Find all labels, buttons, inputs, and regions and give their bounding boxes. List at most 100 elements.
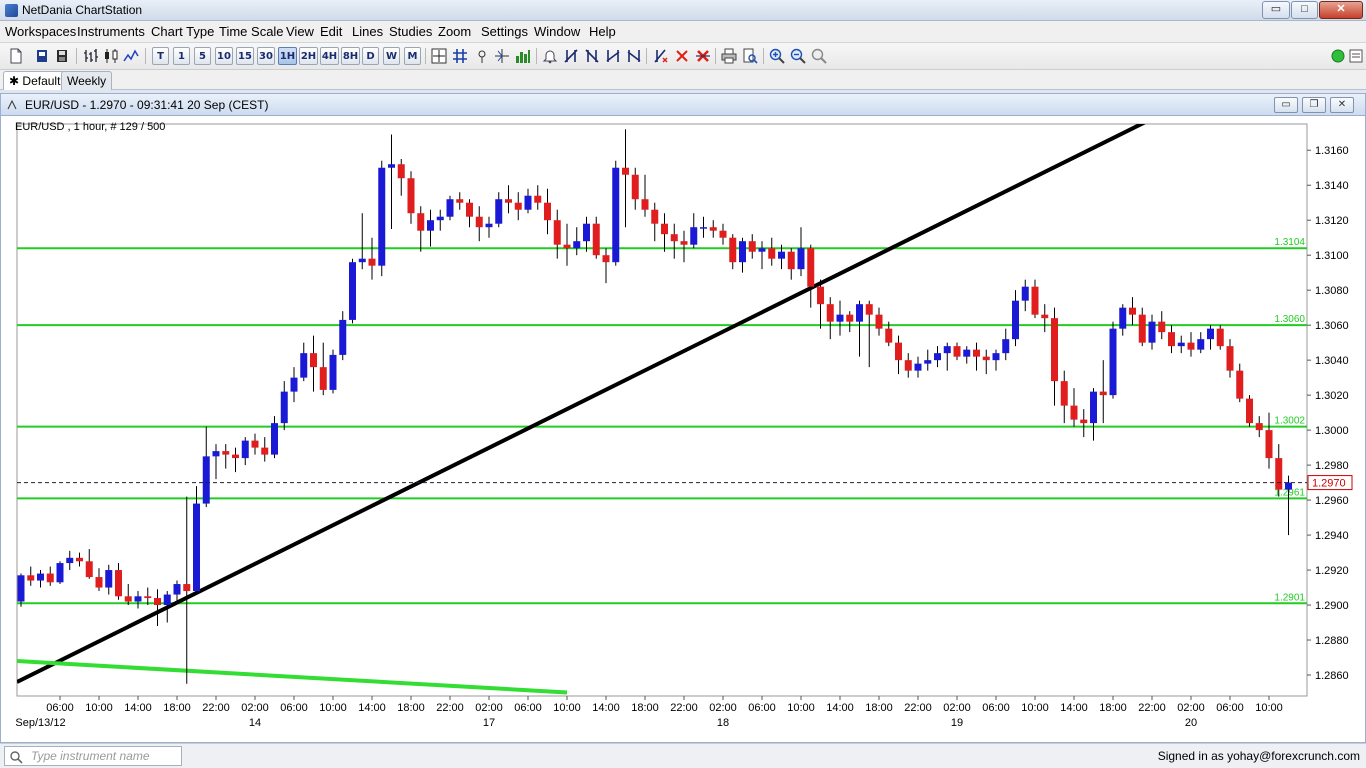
y-axis-tick-label: 1.3120 [1315,215,1349,227]
candle-body [446,199,454,217]
menu-time-scale[interactable]: Time Scale [219,24,284,39]
instrument-search-input[interactable] [4,746,182,766]
y-axis-tick-label: 1.2960 [1315,495,1349,507]
menu-settings[interactable]: Settings [481,24,528,39]
cursor-icon[interactable] [473,47,491,65]
timeframe-4h-button[interactable]: 4H [320,47,339,65]
price-chart[interactable]: EUR/USD , 1 hour, # 129 / 500 1.2860 1.288… [1,116,1365,742]
x-axis-tick-label: 06:00 [514,702,542,714]
menu-instruments[interactable]: Instruments [77,24,145,39]
timeframe-5m-button[interactable]: 5 [194,47,211,65]
candle-body [982,356,990,361]
candle-body [1285,482,1292,490]
candle-body [66,557,74,564]
window-minimize-button[interactable]: ▭ [1262,1,1290,19]
delete-all-icon[interactable] [694,47,712,65]
candle-body [836,314,844,322]
chart-close-button[interactable]: ✕ [1330,97,1354,113]
tab-weekly[interactable]: Weekly [61,71,113,90]
trendline-tool-2-icon[interactable] [583,47,601,65]
timeframe-1m-button[interactable]: 1 [173,47,190,65]
zoom-out-icon[interactable] [789,47,807,65]
menu-zoom[interactable]: Zoom [438,24,471,39]
trendline-tool-4-icon[interactable] [625,47,643,65]
menu-studies[interactable]: Studies [389,24,432,39]
candle-body [1090,391,1097,424]
search-icon [10,751,23,764]
timeframe-10m-button[interactable]: 10 [215,47,233,65]
candle-body [670,234,678,242]
timeframe-30m-button[interactable]: 30 [257,47,275,65]
candle-body [914,363,922,371]
candle-body [1021,286,1029,301]
tab-default-label: Default [22,74,61,88]
x-axis-tick-label: 18:00 [397,702,425,714]
candlestick-icon[interactable] [102,47,120,65]
level-label: 1.3060 [1274,314,1305,325]
chart-restore-button[interactable]: ❐ [1302,97,1326,113]
candle-body [1168,332,1175,347]
menu-help[interactable]: Help [589,24,616,39]
candle-body [553,220,561,245]
candle-body [456,199,464,203]
timeframe-tick-button[interactable]: T [152,47,169,65]
candle-body [173,584,181,595]
x-axis-tick-label: 22:00 [202,702,230,714]
menu-view[interactable]: View [286,24,314,39]
new-chart-icon[interactable] [7,47,25,65]
candle-body [1109,328,1117,396]
menu-lines[interactable]: Lines [352,24,383,39]
trendline-tool-3-icon[interactable] [604,47,622,65]
workspace-tabs: ✱ Default Weekly [0,70,1366,90]
candle-body [612,167,620,263]
timeframe-8h-button[interactable]: 8H [341,47,360,65]
timeframe-15m-button[interactable]: 15 [236,47,254,65]
zoom-reset-icon[interactable] [810,47,828,65]
app-icon [5,4,18,17]
menu-chart-type[interactable]: Chart Type [151,24,214,39]
timeframe-daily-button[interactable]: D [362,47,379,65]
candle-body [524,195,532,210]
chart-minimize-button[interactable]: ▭ [1274,97,1298,113]
x-axis-tick-label: 02:00 [943,702,971,714]
timeframe-monthly-button[interactable]: M [404,47,421,65]
x-axis-tick-label: 10:00 [85,702,113,714]
print-icon[interactable] [720,47,738,65]
toolbar: T 1 5 10 15 30 1H 2H 4H 8H D W M [0,43,1366,70]
zoom-in-icon[interactable] [768,47,786,65]
crosshair-tool-icon[interactable] [493,47,511,65]
candle-body [963,349,971,357]
candle-body [193,503,200,592]
candle-body [222,451,230,455]
tab-default[interactable]: ✱ Default [3,71,67,90]
window-close-button[interactable]: ✕ [1319,1,1363,19]
print-preview-icon[interactable] [741,47,759,65]
candle-body [349,262,356,320]
crosshair-icon[interactable] [430,47,448,65]
save-icon[interactable] [53,47,71,65]
candle-body [56,563,64,583]
timeframe-1h-button[interactable]: 1H [278,47,297,65]
volume-icon[interactable] [514,47,532,65]
toolbar-options-icon[interactable] [1347,47,1365,65]
edit-line-icon[interactable] [652,47,670,65]
menu-edit[interactable]: Edit [320,24,342,39]
y-axis-tick-label: 1.2900 [1315,600,1349,612]
x-axis-tick-label: 06:00 [982,702,1010,714]
timeframe-2h-button[interactable]: 2H [299,47,318,65]
menu-window[interactable]: Window [534,24,580,39]
grid-icon[interactable] [451,47,469,65]
timeframe-weekly-button[interactable]: W [383,47,400,65]
menu-workspaces[interactable]: Workspaces [5,24,76,39]
window-maximize-button[interactable]: □ [1291,1,1318,19]
bar-chart-icon[interactable] [82,47,100,65]
x-axis-tick-label: 06:00 [280,702,308,714]
candle-body [592,223,600,256]
open-icon[interactable] [33,47,51,65]
bell-icon[interactable] [541,47,559,65]
candle-body [602,255,610,263]
line-chart-icon[interactable] [122,47,140,65]
trendline-tool-1-icon[interactable] [562,47,580,65]
delete-line-icon[interactable] [673,47,691,65]
x-axis-date-label: 14 [249,717,261,729]
